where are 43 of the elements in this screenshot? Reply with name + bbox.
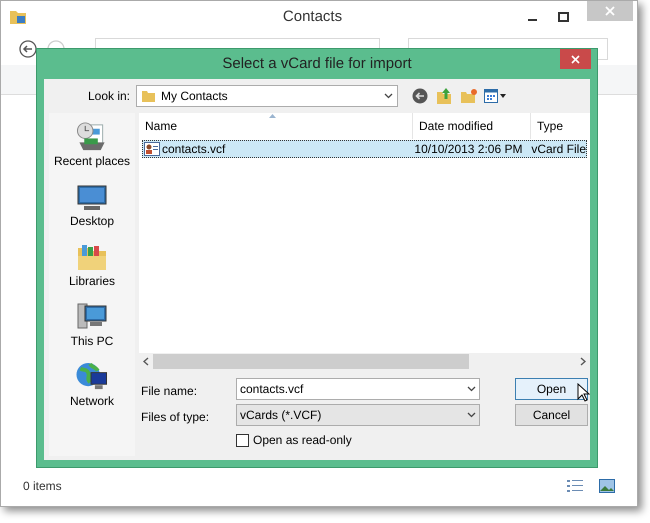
- maximize-icon[interactable]: [558, 12, 569, 22]
- file-type-dropdown[interactable]: vCards (*.VCF): [236, 404, 480, 426]
- file-type-label: Files of type:: [141, 409, 210, 426]
- read-only-label: Open as read-only: [253, 432, 352, 449]
- library-folder-icon: [76, 242, 108, 272]
- window-title: Contacts: [282, 6, 344, 27]
- monitor-icon: [76, 184, 108, 212]
- file-name-label: File name:: [141, 383, 198, 400]
- close-icon: [605, 6, 615, 16]
- close-icon: [571, 54, 580, 64]
- place-item[interactable]: Network: [70, 392, 114, 410]
- place-item[interactable]: Libraries: [68, 272, 116, 290]
- column-header[interactable]: Name: [139, 113, 413, 139]
- new-folder-icon[interactable]: [460, 88, 478, 104]
- thumbnail-view-icon[interactable]: [599, 479, 615, 493]
- details-view-icon[interactable]: [567, 479, 583, 493]
- dialog-title: Select a vCard file for import: [222, 54, 412, 74]
- column-header[interactable]: Date modified: [413, 113, 531, 139]
- close-button[interactable]: [560, 49, 591, 69]
- file-row[interactable]: contacts.vcf 10/10/2013 2:06 PM vCard File: [142, 140, 587, 158]
- view-menu-icon[interactable]: [484, 89, 506, 103]
- folder-icon: [141, 89, 156, 103]
- look-in-dropdown[interactable]: My Contacts: [136, 85, 398, 107]
- chevron-down-icon: [467, 386, 476, 392]
- dialog-button[interactable]: Open: [515, 378, 588, 400]
- place-item[interactable]: This PC: [70, 332, 114, 350]
- checkbox[interactable]: [236, 434, 249, 446]
- place-item[interactable]: Desktop: [70, 212, 114, 230]
- chevron-down-icon: [467, 412, 476, 418]
- chevron-down-icon: [384, 93, 393, 99]
- look-in-label: Look in:: [86, 88, 131, 105]
- contact-card-icon: [144, 142, 160, 156]
- dialog-button[interactable]: Cancel: [515, 404, 588, 426]
- globe-monitor-icon: [74, 361, 109, 392]
- item-count: 0 items: [23, 478, 63, 495]
- mouse-cursor-icon: [577, 383, 590, 403]
- file-name-field[interactable]: contacts.vcf: [236, 378, 480, 400]
- folder-icon: [9, 8, 27, 26]
- horizontal-scrollbar[interactable]: [139, 353, 590, 370]
- up-folder-icon[interactable]: [436, 87, 454, 105]
- place-item[interactable]: Recent places: [54, 152, 130, 170]
- scrollbar-thumb[interactable]: [153, 354, 469, 369]
- column-header[interactable]: Type: [531, 113, 590, 139]
